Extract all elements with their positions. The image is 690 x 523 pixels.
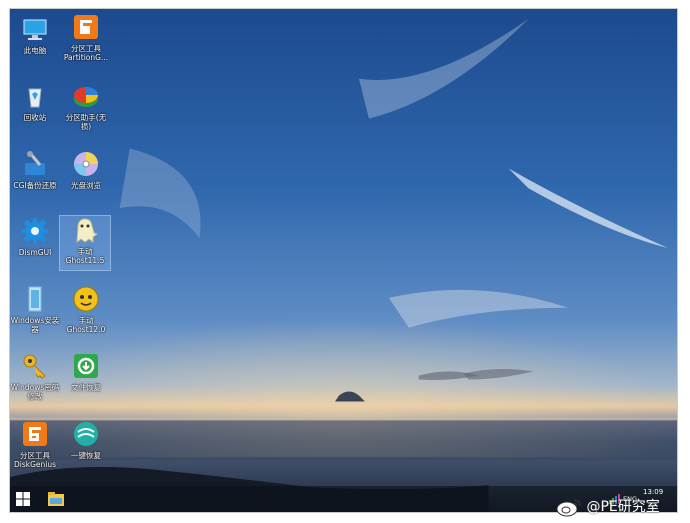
file-explorer-icon[interactable] <box>48 492 64 506</box>
file-recovery-icon-item[interactable]: 文件恢复 <box>61 352 111 392</box>
diskgenius-icon-item[interactable]: 分区工具 DiskGenius <box>10 420 60 469</box>
cgi-backup-icon <box>25 151 45 175</box>
partitionguru-icon-item[interactable]: 分区工具 PartitionG... <box>61 13 111 62</box>
file-recovery-label: 文件恢复 <box>71 383 101 392</box>
ghost-120-icon <box>73 286 99 312</box>
disc-browser-label: 光盘浏览 <box>71 181 101 190</box>
dism-gear-label: DismGUI <box>18 248 52 257</box>
pc-icon-item[interactable]: 此电脑 <box>10 15 60 55</box>
file-recovery-icon <box>74 354 98 378</box>
weibo-logo-icon <box>556 499 581 517</box>
cgi-backup-icon-item[interactable]: CGI备份还原 <box>10 150 60 190</box>
windows-password-label: Windows密码修改 <box>10 383 60 401</box>
recycle-bin-label: 回收站 <box>23 113 47 122</box>
windows-start-icon[interactable] <box>16 492 30 506</box>
recycle-bin-icon-item[interactable]: 回收站 <box>10 82 60 122</box>
windows-installer-label: Windows安装器 <box>10 316 60 334</box>
one-key-restore-icon-item[interactable]: 一键恢复 <box>61 420 111 460</box>
recycle-bin-icon <box>28 88 42 108</box>
cgi-backup-label: CGI备份还原 <box>13 181 57 190</box>
ghost-120-label: 手动 Ghost12.0 <box>66 316 106 334</box>
windows-password-icon-item[interactable]: Windows密码修改 <box>10 352 60 401</box>
windows-installer-icon <box>28 286 42 312</box>
watermark-text: @PE研究室 <box>586 499 660 515</box>
ghost-115-label: 手动 Ghost11.5 <box>65 247 105 265</box>
partitionguru-label: 分区工具 PartitionG... <box>63 44 109 62</box>
dism-gear-icon-item[interactable]: DismGUI <box>10 217 60 257</box>
partitionguru-icon <box>74 15 98 39</box>
diskgenius-label: 分区工具 DiskGenius <box>13 451 57 469</box>
pc-icon <box>23 19 47 40</box>
disc-browser-icon <box>74 152 98 176</box>
partition-assistant-icon-item[interactable]: 分区助手(无损) <box>61 82 111 131</box>
partition-assistant-icon <box>74 87 98 107</box>
diskgenius-icon <box>23 422 47 446</box>
partition-assistant-label: 分区助手(无损) <box>65 113 107 131</box>
desktop-screen: 此电脑 回收站 CGI备份还原 DismGUI Windows安装器 Windo… <box>9 8 678 513</box>
disc-browser-icon-item[interactable]: 光盘浏览 <box>61 150 111 190</box>
one-key-restore-icon <box>74 422 98 446</box>
dism-gear-icon <box>22 218 48 244</box>
ghost-120-icon-item[interactable]: 手动 Ghost12.0 <box>61 285 111 334</box>
windows-password-icon <box>23 354 46 379</box>
windows-installer-icon-item[interactable]: Windows安装器 <box>10 285 60 334</box>
weibo-watermark: @PE研究室 <box>556 496 660 517</box>
clock-time[interactable]: 13:09 <box>643 488 663 496</box>
one-key-restore-label: 一键恢复 <box>71 451 101 460</box>
pc-label: 此电脑 <box>23 46 47 55</box>
ghost-115-icon-item[interactable]: 手动 Ghost11.5 <box>59 215 111 271</box>
ghost-115-icon <box>76 218 99 244</box>
